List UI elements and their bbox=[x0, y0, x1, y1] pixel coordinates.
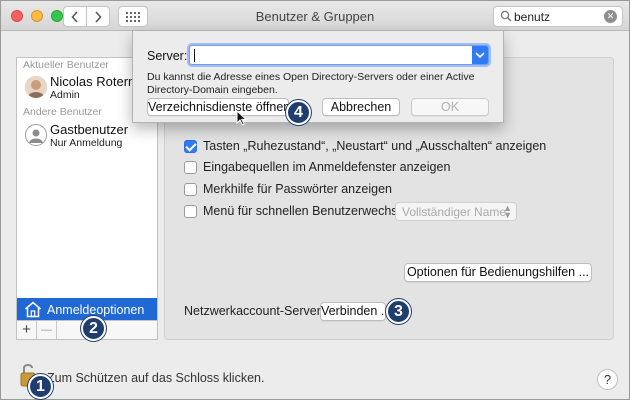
login-options-label: Anmeldeoptionen bbox=[47, 303, 145, 317]
server-combobox[interactable] bbox=[189, 45, 489, 65]
guest-user-icon bbox=[25, 124, 47, 146]
mouse-pointer-icon bbox=[236, 110, 247, 126]
clear-search-icon[interactable]: ✕ bbox=[604, 10, 617, 23]
preferences-window: Benutzer & Gruppen benutz ✕ Aktueller Be… bbox=[0, 0, 630, 400]
fast-user-switch-select[interactable]: Vollständiger Name ▲ ▼ bbox=[395, 202, 517, 221]
guest-user-role: Nur Anmeldung bbox=[50, 137, 123, 149]
checkbox-label: Tasten „Ruhezustand“, „Neustart“ und „Au… bbox=[203, 139, 547, 153]
search-input[interactable]: benutz bbox=[514, 10, 550, 24]
checkbox-label: Merkhilfe für Passwörter anzeigen bbox=[203, 182, 392, 196]
other-users-header: Andere Benutzer bbox=[23, 106, 102, 118]
marker-1: 1 bbox=[28, 374, 53, 399]
title-bar: Benutzer & Gruppen benutz ✕ bbox=[1, 1, 629, 31]
checkbox-unchecked[interactable] bbox=[184, 205, 197, 218]
marker-4: 4 bbox=[286, 100, 311, 125]
user-avatar bbox=[25, 76, 47, 98]
checkbox-checked[interactable] bbox=[184, 140, 197, 153]
chevron-down-icon bbox=[475, 52, 485, 58]
network-server-label: Netzwerkaccount-Server: bbox=[184, 304, 325, 318]
server-dropdown-button[interactable] bbox=[472, 46, 488, 64]
remove-user-button[interactable]: — bbox=[37, 321, 57, 339]
server-dialog: Server: Du kannst die Adresse eines Open… bbox=[132, 31, 504, 123]
open-directory-utility-button[interactable]: Verzeichnisdienste öffnen bbox=[147, 98, 290, 116]
checkbox-unchecked[interactable] bbox=[184, 161, 197, 174]
guest-user-name: Gastbenutzer bbox=[50, 122, 129, 137]
text-cursor bbox=[194, 49, 195, 62]
checkbox-unchecked[interactable] bbox=[184, 183, 197, 196]
current-user-header: Aktueller Benutzer bbox=[23, 59, 109, 71]
connect-button[interactable]: Verbinden ... bbox=[320, 302, 391, 321]
updown-arrows-icon: ▲ ▼ bbox=[503, 203, 512, 220]
current-user-role: Admin bbox=[50, 89, 80, 101]
marker-2: 2 bbox=[81, 316, 106, 341]
cancel-button[interactable]: Abbrechen bbox=[322, 98, 400, 116]
search-field[interactable]: benutz ✕ bbox=[493, 6, 623, 27]
help-button[interactable]: ? bbox=[597, 369, 618, 390]
lock-hint-text: Zum Schützen auf das Schloss klicken. bbox=[47, 371, 265, 385]
dialog-description: Du kannst die Adresse eines Open Directo… bbox=[147, 71, 475, 96]
select-value: Vollständiger Name bbox=[402, 205, 507, 219]
ok-button: OK bbox=[411, 98, 489, 116]
sidebar-item-guest-user[interactable]: Gastbenutzer Nur Anmeldung bbox=[17, 120, 157, 152]
checkbox-label: Eingabequellen im Anmeldefenster anzeige… bbox=[203, 160, 451, 174]
marker-3: 3 bbox=[386, 299, 411, 324]
server-label: Server: bbox=[147, 49, 188, 63]
search-icon bbox=[500, 10, 512, 22]
checkbox-label: Menü für schnellen Benutzerwechsel bbox=[203, 204, 408, 218]
add-user-button[interactable]: + bbox=[17, 321, 37, 339]
house-icon bbox=[25, 301, 41, 318]
accessibility-options-button[interactable]: Optionen für Bedienungshilfen ... bbox=[404, 263, 592, 282]
